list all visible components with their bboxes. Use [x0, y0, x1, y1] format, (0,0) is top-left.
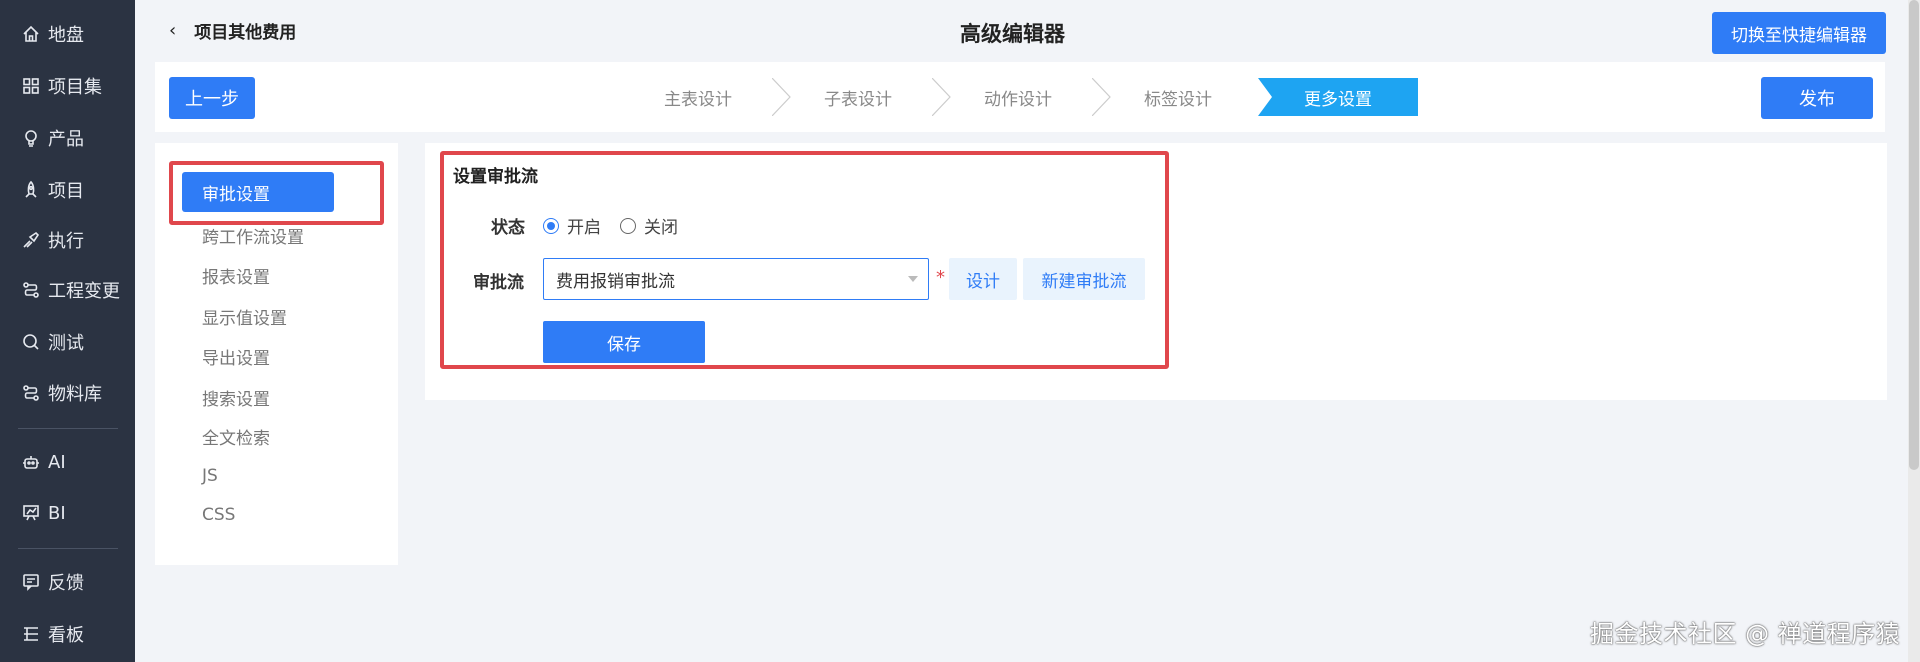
grid-icon	[20, 75, 42, 97]
step-action[interactable]: 动作设计	[938, 78, 1111, 116]
nav-item-bi[interactable]: BI	[0, 493, 135, 533]
step-main-table[interactable]: 主表设计	[618, 78, 791, 116]
nav-item-label: 项目集	[48, 77, 102, 98]
page-title: 高级编辑器	[960, 22, 1065, 46]
menu-item-report[interactable]: 报表设置	[202, 263, 270, 288]
nav-item-ai[interactable]: AI	[0, 442, 135, 482]
nav-item-engineering-change[interactable]: 工程变更	[0, 270, 135, 310]
nav-item-feedback[interactable]: 反馈	[0, 562, 135, 602]
step-separator-icon	[932, 78, 951, 116]
nav-divider	[18, 548, 118, 549]
kanban-icon	[20, 623, 42, 645]
nav-item-label: 反馈	[48, 573, 84, 594]
highlight-box	[440, 151, 1169, 369]
back-link[interactable]: ‹ 项目其他费用	[169, 18, 296, 43]
left-nav: 地盘 项目集 产品 项目 执行 工程变更 测试 物料库 AI BI 反馈 看板	[0, 0, 135, 662]
chevron-left-icon: ‹	[169, 20, 177, 41]
robot-icon	[20, 451, 42, 473]
page-scrollbar[interactable]	[1908, 0, 1920, 662]
nav-item-label: AI	[48, 451, 66, 473]
menu-item-fulltext[interactable]: 全文检索	[202, 424, 270, 449]
top-header: ‹ 项目其他费用 高级编辑器 切换至快捷编辑器	[135, 0, 1920, 62]
step-more-settings[interactable]: 更多设置	[1258, 78, 1418, 116]
switch-editor-button[interactable]: 切换至快捷编辑器	[1712, 12, 1886, 54]
step-label: 主表设计	[664, 89, 732, 110]
nav-item-label: 看板	[48, 625, 84, 646]
nav-item-label: 项目	[48, 181, 84, 202]
page-breadcrumb: 项目其他费用	[194, 23, 297, 43]
chart-board-icon	[20, 502, 42, 524]
scrollbar-thumb[interactable]	[1909, 0, 1919, 470]
nav-item-dashboard[interactable]: 地盘	[0, 14, 135, 54]
nav-item-label: 地盘	[48, 25, 84, 46]
menu-item-css[interactable]: CSS	[202, 505, 235, 525]
nav-item-label: 工程变更	[48, 281, 120, 302]
nav-item-kanban[interactable]: 看板	[0, 614, 135, 654]
step-label: 标签设计	[1144, 89, 1212, 110]
nav-item-label: BI	[48, 502, 66, 524]
menu-item-cross-workflow[interactable]: 跨工作流设置	[202, 223, 304, 248]
nav-item-label: 执行	[48, 231, 84, 252]
run-icon	[20, 229, 42, 251]
home-icon	[20, 23, 42, 45]
nav-item-label: 产品	[48, 129, 84, 150]
feedback-icon	[20, 571, 42, 593]
nav-item-program[interactable]: 项目集	[0, 66, 135, 106]
menu-item-js[interactable]: JS	[202, 466, 218, 486]
step-label: 更多设置	[1304, 89, 1372, 110]
step-separator-icon	[772, 78, 791, 116]
nav-item-label: 物料库	[48, 384, 102, 405]
nav-item-product[interactable]: 产品	[0, 118, 135, 158]
publish-button[interactable]: 发布	[1761, 77, 1873, 119]
prev-step-button[interactable]: 上一步	[169, 77, 255, 119]
steps-wizard: 主表设计 子表设计 动作设计 标签设计 更多设置	[618, 78, 1418, 116]
nav-item-execution[interactable]: 执行	[0, 220, 135, 260]
lightbulb-icon	[20, 127, 42, 149]
step-label: 子表设计	[824, 89, 892, 110]
search-circle-icon	[20, 331, 42, 353]
flow-icon	[20, 279, 42, 301]
nav-item-label: 测试	[48, 333, 84, 354]
nav-item-material-library[interactable]: 物料库	[0, 373, 135, 413]
menu-item-export[interactable]: 导出设置	[202, 344, 270, 369]
menu-item-search[interactable]: 搜索设置	[202, 385, 270, 410]
step-bar: 上一步 主表设计 子表设计 动作设计 标签设计 更多设置 发布	[155, 62, 1885, 132]
step-sub-table[interactable]: 子表设计	[778, 78, 951, 116]
nav-item-test[interactable]: 测试	[0, 322, 135, 362]
flow-icon	[20, 382, 42, 404]
nav-item-project[interactable]: 项目	[0, 170, 135, 210]
rocket-icon	[20, 179, 42, 201]
step-separator-icon	[1092, 78, 1111, 116]
nav-divider	[18, 428, 118, 429]
menu-item-display-value[interactable]: 显示值设置	[202, 304, 287, 329]
highlight-box	[169, 161, 384, 225]
watermark: 掘金技术社区 @ 禅道程序猿	[1590, 620, 1901, 648]
step-label-design[interactable]: 标签设计	[1098, 78, 1258, 116]
step-label: 动作设计	[984, 89, 1052, 110]
